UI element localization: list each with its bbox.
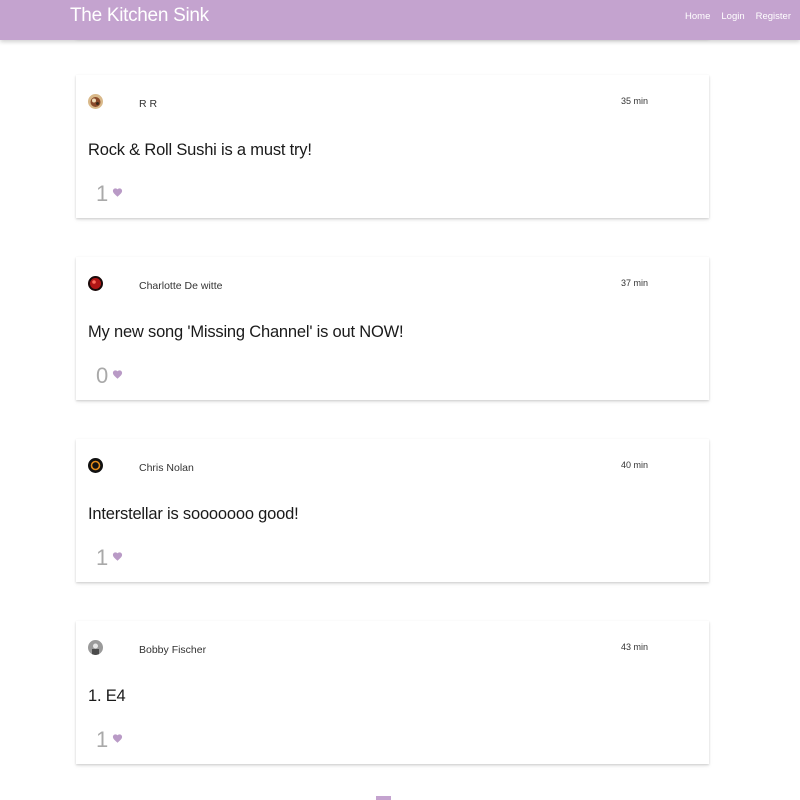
post-text: 1. E4	[88, 687, 126, 705]
like-count: 1	[96, 545, 109, 570]
heart-icon[interactable]	[112, 731, 123, 749]
nav-register-link[interactable]: Register	[756, 11, 791, 22]
nav-links: Home Login Register	[685, 11, 800, 22]
avatar[interactable]	[88, 458, 103, 473]
post-author[interactable]: Bobby Fischer	[139, 644, 206, 656]
load-more-indicator[interactable]	[376, 796, 391, 800]
heart-icon[interactable]	[112, 549, 123, 567]
like-count: 0	[96, 363, 109, 388]
post-time: 43 min	[621, 642, 649, 652]
post-card: Bobby Fischer 43 min 1. E4 1	[76, 621, 709, 764]
like-group: 1	[96, 545, 123, 571]
like-group: 0	[96, 363, 123, 389]
heart-icon[interactable]	[112, 185, 123, 203]
post-text: Rock & Roll Sushi is a must try!	[88, 141, 312, 159]
post-card: Chris Nolan 40 min Interstellar is soooo…	[76, 439, 709, 582]
post-text: Interstellar is sooooooo good!	[88, 505, 299, 523]
like-group: 1	[96, 727, 123, 753]
avatar[interactable]	[88, 276, 103, 291]
navbar: The Kitchen Sink Home Login Register	[0, 0, 800, 40]
post-author[interactable]: R R	[139, 98, 157, 110]
like-group: 1	[96, 181, 123, 207]
heart-icon[interactable]	[112, 367, 123, 385]
post-card: Charlotte De witte 37 min My new song 'M…	[76, 257, 709, 400]
nav-login-link[interactable]: Login	[721, 11, 744, 22]
post-time: 35 min	[621, 96, 649, 106]
post-card: R R 35 min Rock & Roll Sushi is a must t…	[76, 75, 709, 218]
brand-logo[interactable]: The Kitchen Sink	[70, 5, 209, 27]
post-time: 37 min	[621, 278, 649, 288]
nav-home-link[interactable]: Home	[685, 11, 710, 22]
post-text: My new song 'Missing Channel' is out NOW…	[88, 323, 404, 341]
post-author[interactable]: Chris Nolan	[139, 462, 194, 474]
like-count: 1	[96, 181, 109, 206]
avatar[interactable]	[88, 94, 103, 109]
avatar[interactable]	[88, 640, 103, 655]
post-author[interactable]: Charlotte De witte	[139, 280, 222, 292]
like-count: 1	[96, 727, 109, 752]
post-time: 40 min	[621, 460, 649, 470]
